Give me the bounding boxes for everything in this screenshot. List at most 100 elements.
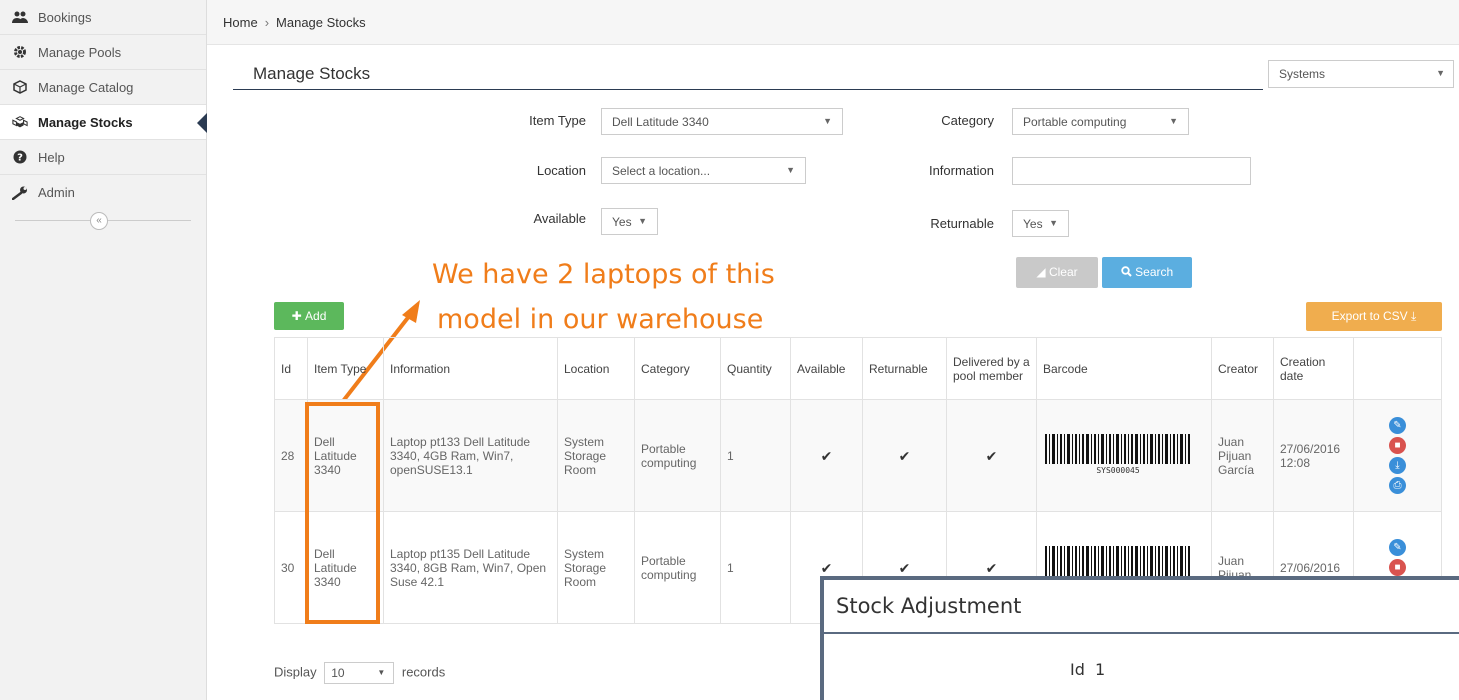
cell-barcode: SYS000045 bbox=[1036, 399, 1212, 512]
display-label: Display bbox=[274, 664, 317, 680]
information-input[interactable] bbox=[1012, 157, 1251, 185]
breadcrumb-current: Manage Stocks bbox=[276, 15, 366, 30]
location-select[interactable]: Select a location... ▼ bbox=[601, 157, 806, 184]
cell-quantity: 1 bbox=[720, 511, 791, 624]
check-icon: ✔ bbox=[946, 399, 1037, 512]
sidebar: Bookings Manage Pools Manage Catalog Man… bbox=[0, 0, 207, 700]
sidebar-collapse: « bbox=[0, 210, 206, 232]
records-per-page: Display 10 ▼ records bbox=[274, 662, 445, 684]
column-header[interactable]: Location bbox=[557, 337, 635, 400]
clear-button[interactable]: ◢ Clear bbox=[1016, 257, 1098, 288]
caret-down-icon: ▼ bbox=[377, 668, 386, 677]
caret-down-icon: ▼ bbox=[1436, 68, 1445, 78]
sidebar-item-label: Manage Pools bbox=[38, 44, 122, 60]
sidebar-item-help[interactable]: ? Help bbox=[0, 140, 206, 175]
records-label: records bbox=[401, 664, 446, 680]
annotation-highlight-box bbox=[305, 402, 380, 624]
available-value: Yes bbox=[612, 215, 632, 229]
search-icon bbox=[1121, 265, 1132, 279]
information-label: Information bbox=[928, 163, 994, 178]
column-header[interactable]: Id bbox=[274, 337, 308, 400]
location-placeholder: Select a location... bbox=[612, 164, 711, 178]
item-type-select[interactable]: Dell Latitude 3340 ▼ bbox=[601, 108, 843, 135]
edit-icon[interactable]: ✎ bbox=[1389, 539, 1406, 556]
clear-label: Clear bbox=[1048, 265, 1078, 279]
breadcrumb-home-link[interactable]: Home bbox=[223, 15, 258, 30]
caret-down-icon: ▼ bbox=[786, 165, 795, 175]
cell-location: System Storage Room bbox=[557, 399, 635, 512]
export-csv-button[interactable]: Export to CSV ⤓ bbox=[1306, 302, 1442, 331]
plus-icon: ✚ bbox=[291, 309, 306, 323]
location-label: Location bbox=[536, 163, 586, 178]
search-button[interactable]: Search bbox=[1102, 257, 1192, 288]
eraser-icon: ◢ bbox=[1036, 265, 1049, 279]
category-select[interactable]: Portable computing ▼ bbox=[1012, 108, 1189, 135]
barcode-image: SYS000045 bbox=[1045, 434, 1190, 475]
download-icon[interactable]: ⤓ bbox=[1389, 457, 1406, 474]
column-header[interactable]: Available bbox=[790, 337, 863, 400]
sidebar-item-manage-catalog[interactable]: Manage Catalog bbox=[0, 70, 206, 105]
modal-id-label: Id bbox=[1070, 660, 1085, 679]
page-title: Manage Stocks bbox=[253, 64, 371, 83]
annotation-text-line2: model in our warehouse bbox=[437, 304, 764, 335]
barcode-text: SYS000045 bbox=[1096, 466, 1140, 474]
cell-id: 30 bbox=[274, 511, 308, 624]
sidebar-item-admin[interactable]: Admin bbox=[0, 175, 206, 210]
edit-icon[interactable]: ✎ bbox=[1389, 417, 1406, 434]
systems-select[interactable]: Systems ▼ bbox=[1268, 60, 1454, 88]
table-header-row: Id Item Type Information Location Catego… bbox=[274, 337, 1442, 400]
print-icon[interactable]: ⎙ bbox=[1389, 477, 1406, 494]
cell-quantity: 1 bbox=[720, 399, 791, 512]
sidebar-item-manage-stocks[interactable]: Manage Stocks bbox=[0, 105, 207, 140]
check-icon: ✔ bbox=[790, 399, 863, 512]
cubes-icon bbox=[12, 114, 28, 130]
caret-down-icon: ▼ bbox=[1049, 218, 1058, 228]
cell-actions: ✎ ■ ⤓ ⎙ bbox=[1353, 399, 1442, 512]
column-header[interactable]: Creator bbox=[1211, 337, 1274, 400]
column-header[interactable]: Quantity bbox=[720, 337, 791, 400]
column-header[interactable]: Information bbox=[383, 337, 558, 400]
column-header[interactable]: Delivered by a pool member bbox=[946, 337, 1037, 400]
add-label: Add bbox=[305, 309, 327, 323]
returnable-label: Returnable bbox=[930, 216, 994, 231]
column-header bbox=[1353, 337, 1442, 400]
cell-category: Portable computing bbox=[634, 399, 721, 512]
column-header[interactable]: Category bbox=[634, 337, 721, 400]
cell-location: System Storage Room bbox=[557, 511, 635, 624]
modal-title: Stock Adjustment bbox=[836, 594, 1022, 618]
column-header[interactable]: Creation date bbox=[1273, 337, 1354, 400]
cell-creation-date: 27/06/2016 12:08 bbox=[1273, 399, 1354, 512]
check-icon: ✔ bbox=[862, 399, 947, 512]
users-icon bbox=[12, 9, 28, 25]
cell-id: 28 bbox=[274, 399, 308, 512]
category-label: Category bbox=[941, 113, 994, 128]
sidebar-item-bookings[interactable]: Bookings bbox=[0, 0, 206, 35]
question-icon: ? bbox=[12, 149, 28, 165]
breadcrumb: Home › Manage Stocks bbox=[207, 0, 1459, 45]
returnable-value: Yes bbox=[1023, 217, 1043, 231]
modal-divider bbox=[824, 632, 1459, 634]
collapse-sidebar-button[interactable]: « bbox=[90, 212, 108, 230]
download-icon: ⤓ bbox=[1411, 309, 1417, 323]
caret-down-icon: ▼ bbox=[638, 216, 647, 226]
table-row: 28 Dell Latitude 3340 Laptop pt133 Dell … bbox=[274, 399, 1442, 512]
available-label: Available bbox=[533, 211, 586, 226]
sidebar-item-manage-pools[interactable]: Manage Pools bbox=[0, 35, 206, 70]
column-header[interactable]: Returnable bbox=[862, 337, 947, 400]
wrench-icon bbox=[12, 185, 28, 201]
sidebar-item-label: Help bbox=[38, 149, 65, 165]
returnable-select[interactable]: Yes ▼ bbox=[1012, 210, 1069, 237]
sidebar-item-label: Bookings bbox=[38, 9, 92, 25]
caret-down-icon: ▼ bbox=[1169, 116, 1178, 126]
cell-creator: Juan Pijuan García bbox=[1211, 399, 1274, 512]
trash-icon[interactable]: ■ bbox=[1389, 559, 1406, 576]
page-size-select[interactable]: 10 ▼ bbox=[324, 662, 395, 684]
item-type-label: Item Type bbox=[529, 113, 586, 128]
cube-icon bbox=[12, 79, 28, 95]
category-value: Portable computing bbox=[1023, 115, 1127, 129]
trash-icon[interactable]: ■ bbox=[1389, 437, 1406, 454]
column-header[interactable]: Barcode bbox=[1036, 337, 1212, 400]
cell-information: Laptop pt133 Dell Latitude 3340, 4GB Ram… bbox=[383, 399, 558, 512]
column-header[interactable]: Item Type bbox=[307, 337, 384, 400]
available-select[interactable]: Yes ▼ bbox=[601, 208, 658, 235]
